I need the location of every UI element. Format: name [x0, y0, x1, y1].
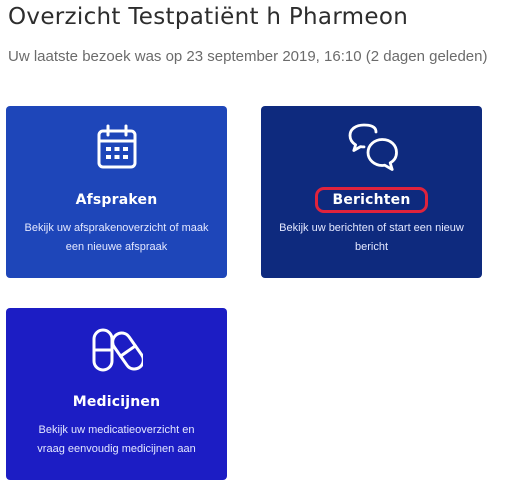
tile-description-medicijnen: Bekijk uw medicatieoverzicht en vraag ee… [37, 424, 196, 455]
last-visit-text: Uw laatste bezoek was op 23 september 20… [8, 48, 488, 65]
tile-description-berichten: Bekijk uw berichten of start een nieuw b… [279, 222, 464, 253]
tile-berichten[interactable]: Berichten Bekijk uw berichten of start e… [261, 106, 482, 278]
calendar-icon [91, 122, 143, 174]
tile-medicijnen[interactable]: Medicijnen Bekijk uw medicatieoverzicht … [6, 308, 227, 480]
chat-bubbles-icon [346, 122, 398, 174]
tile-title-afspraken: Afspraken [75, 192, 158, 208]
tile-afspraken[interactable]: Afspraken Bekijk uw afsprakenoverzicht o… [6, 106, 227, 278]
tile-description-afspraken: Bekijk uw afsprakenoverzicht of maak een… [24, 222, 209, 253]
page-title: Overzicht Testpatiënt h Pharmeon [8, 4, 409, 30]
tile-title-berichten: Berichten [315, 187, 428, 213]
pills-icon [91, 324, 143, 376]
tile-title-medicijnen: Medicijnen [72, 394, 161, 410]
